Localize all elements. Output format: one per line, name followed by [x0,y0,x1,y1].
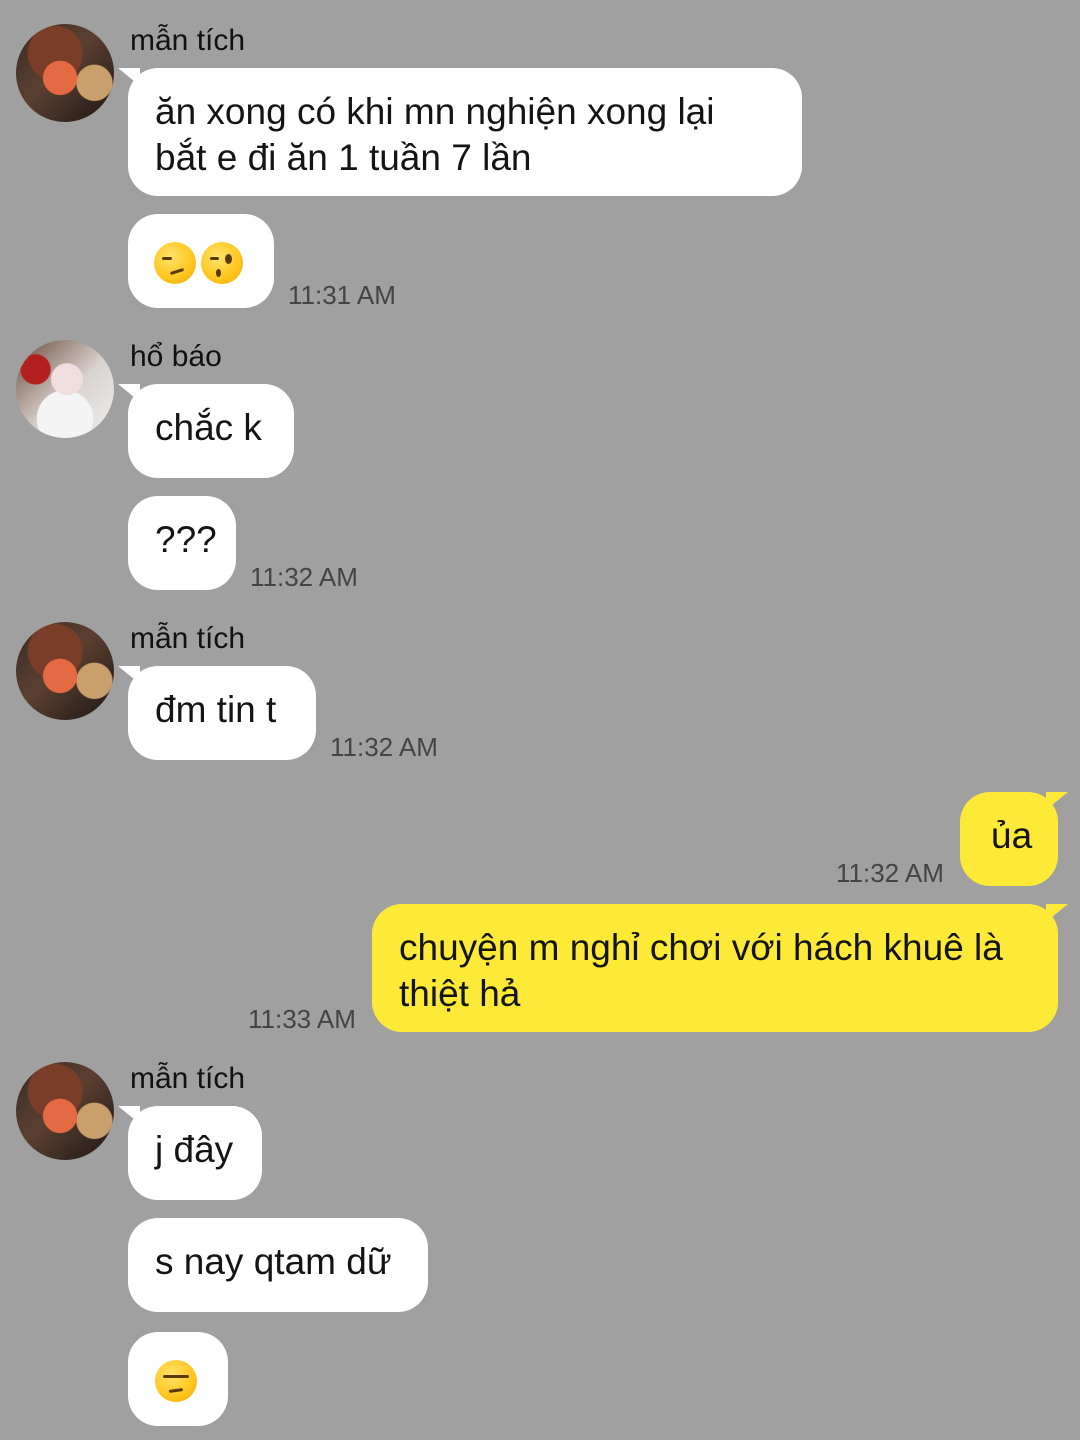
message-text: ??? [155,519,217,560]
my-message-bubble[interactable]: ủa [960,792,1068,886]
message-text: ủa [991,815,1033,856]
message-timestamp: 11:32 AM [330,732,438,762]
message-bubble[interactable]: ??? [128,496,236,590]
avatar[interactable] [16,1062,114,1160]
message-bubble[interactable]: ăn xong có khi mn nghiện xong lại bắt e … [118,68,802,196]
message-timestamp: 11:32 AM [836,858,944,888]
message-text: j đây [155,1129,234,1170]
message-text: chắc k [155,407,262,448]
wink-emoji-icon [201,242,243,284]
smirk-emoji-icon [154,242,196,284]
message-text-line: bắt e đi ăn 1 tuần 7 lần [155,137,532,178]
message-timestamp: 11:32 AM [250,562,358,592]
message-bubble[interactable]: j đây [118,1106,262,1200]
sender-name: mẫn tích [130,24,246,57]
message-bubble[interactable]: s nay qtam dữ [128,1218,428,1312]
message-text: s nay qtam dữ [155,1241,392,1282]
sender-name: mẫn tích [130,1062,246,1095]
message-text-line: ăn xong có khi mn nghiện xong lại [155,91,715,132]
message-timestamp: 11:33 AM [248,1004,356,1034]
message-bubble[interactable]: đm tin t [118,666,316,760]
avatar[interactable] [16,24,114,122]
unamused-emoji-icon [155,1360,197,1402]
avatar[interactable] [16,622,114,720]
avatar[interactable] [16,340,114,438]
message-text-line: chuyện m nghỉ chơi với hách khuê là [399,927,1003,968]
message-text: đm tin t [155,689,277,730]
message-bubble[interactable]: chắc k [118,384,294,478]
my-message-bubble[interactable]: chuyện m nghỉ chơi với hách khuê là thiệ… [372,904,1068,1032]
message-text-line: thiệt hả [399,973,521,1014]
message-timestamp: 11:31 AM [288,280,396,310]
sender-name: mẫn tích [130,622,246,655]
emoji-bubble[interactable] [128,214,274,308]
emoji-bubble[interactable] [128,1332,228,1426]
sender-name: hổ báo [130,340,222,373]
